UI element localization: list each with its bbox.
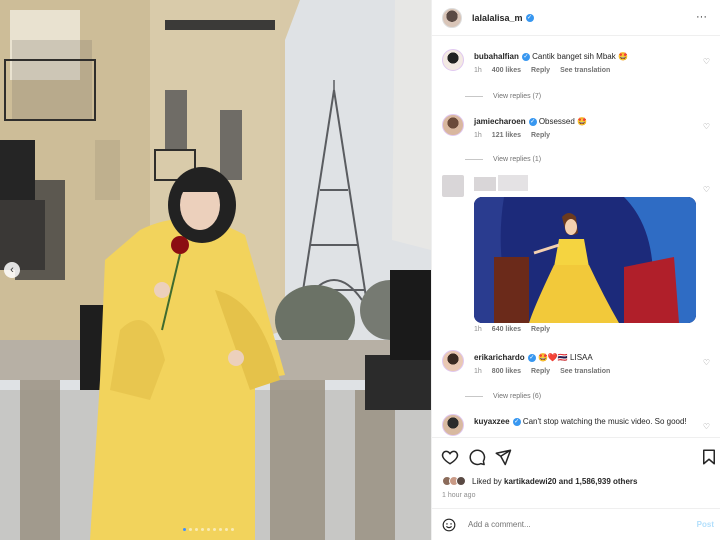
carousel-dot: [201, 528, 204, 531]
comment-likes[interactable]: 121 likes: [492, 132, 521, 139]
like-comment-heart-icon[interactable]: ♡: [703, 57, 710, 66]
commenter-avatar[interactable]: [442, 114, 464, 136]
verified-badge-icon: ✓: [525, 13, 534, 22]
like-comment-heart-icon[interactable]: ♡: [703, 422, 710, 431]
like-comment-heart-icon[interactable]: ♡: [703, 185, 710, 194]
carousel-dot: [225, 528, 228, 531]
carousel-dot: [213, 528, 216, 531]
author-avatar[interactable]: [442, 7, 462, 28]
comment-likes[interactable]: 800 likes: [492, 368, 521, 375]
add-comment-bar: Post: [432, 508, 720, 540]
blurred-avatar: [442, 175, 464, 197]
reply-button[interactable]: Reply: [531, 67, 550, 74]
reply-button[interactable]: Reply: [531, 326, 550, 333]
comment-time[interactable]: 1h: [474, 132, 482, 139]
liked-by-count[interactable]: and 1,586,939 others: [559, 477, 638, 486]
blurred-username: [474, 177, 496, 191]
carousel-dot: [231, 528, 234, 531]
liker-avatar: [456, 476, 466, 486]
like-heart-icon[interactable]: [441, 448, 459, 466]
like-comment-heart-icon[interactable]: ♡: [703, 122, 710, 131]
photo-scene: [0, 0, 431, 540]
see-translation-button[interactable]: See translation: [560, 368, 610, 375]
liked-by-user[interactable]: kartikadewi20: [504, 477, 556, 486]
commenter-avatar[interactable]: [442, 350, 464, 372]
carousel-dot: [189, 528, 192, 531]
more-options-icon[interactable]: ···: [696, 11, 707, 23]
commenter-username[interactable]: jamiecharoen: [474, 117, 526, 126]
commenter-username[interactable]: kuyaxzee: [474, 417, 510, 426]
view-replies-label: View replies (1): [493, 156, 542, 163]
author-username[interactable]: lalalalisa_m: [472, 13, 523, 23]
replies-divider: [465, 396, 483, 397]
replies-divider: [465, 159, 483, 160]
previous-photo-button[interactable]: ‹: [4, 262, 20, 278]
view-replies-label: View replies (7): [493, 93, 542, 100]
reply-button[interactable]: Reply: [531, 132, 550, 139]
comment-text: 🤩❤️🇹🇭 LISAA: [537, 353, 593, 362]
comment-bubble-icon[interactable]: [468, 448, 486, 466]
view-replies-button[interactable]: View replies (6): [465, 393, 541, 400]
commenter-avatar[interactable]: [442, 414, 464, 436]
post-time[interactable]: 1 hour ago: [442, 492, 475, 499]
commenter-username[interactable]: erikarichardo: [474, 353, 525, 362]
see-translation-button[interactable]: See translation: [560, 67, 610, 74]
replies-divider: [465, 96, 483, 97]
post-actions: Liked by kartikadewi20 and 1,586,939 oth…: [432, 437, 720, 507]
share-paper-plane-icon[interactable]: [494, 448, 512, 466]
comment-text: Cantik banget sih Mbak 🤩: [532, 52, 628, 61]
carousel-indicator: [183, 528, 234, 531]
blurred-username: [498, 175, 528, 191]
comment-likes[interactable]: 640 likes: [492, 326, 521, 333]
verified-badge-icon: ✓: [527, 353, 536, 362]
save-bookmark-icon[interactable]: [700, 448, 718, 466]
comment-text: Can't stop watching the music video. So …: [522, 417, 687, 426]
carousel-dot: [219, 528, 222, 531]
comment-time[interactable]: 1h: [474, 326, 482, 333]
comment-likes[interactable]: 400 likes: [492, 67, 521, 74]
post-photo[interactable]: ‹: [0, 0, 431, 540]
liked-by-prefix: Liked by: [472, 476, 502, 486]
verified-badge-icon: ✓: [521, 52, 530, 61]
comments-list[interactable]: bubahalfian ✓ Cantik banget sih Mbak 🤩 1h…: [432, 37, 720, 437]
view-replies-button[interactable]: View replies (7): [465, 93, 541, 100]
view-replies-label: View replies (6): [493, 393, 542, 400]
verified-badge-icon: ✓: [512, 417, 521, 426]
comment-image-art: [474, 197, 696, 323]
like-comment-heart-icon[interactable]: ♡: [703, 358, 710, 367]
comment-time[interactable]: 1h: [474, 368, 482, 375]
post-comment-button[interactable]: Post: [697, 520, 714, 529]
emoji-smiley-icon[interactable]: [442, 518, 456, 532]
comment-image[interactable]: [474, 197, 696, 323]
add-comment-input[interactable]: [468, 520, 678, 529]
view-replies-button[interactable]: View replies (1): [465, 156, 541, 163]
comment-text: Obsessed 🤩: [538, 117, 588, 126]
post-side-panel: lalalalisa_m ✓ ··· bubahalfian ✓ Cantik b…: [431, 0, 720, 540]
reply-button[interactable]: Reply: [531, 368, 550, 375]
commenter-username[interactable]: bubahalfian: [474, 52, 519, 61]
post-header: lalalalisa_m ✓ ···: [432, 0, 720, 36]
carousel-dot: [195, 528, 198, 531]
comment-time[interactable]: 1h: [474, 67, 482, 74]
carousel-dot: [183, 528, 186, 531]
liked-by-row[interactable]: Liked by kartikadewi20 and 1,586,939 oth…: [442, 476, 637, 486]
carousel-dot: [207, 528, 210, 531]
verified-badge-icon: ✓: [528, 117, 537, 126]
commenter-avatar[interactable]: [442, 49, 464, 71]
